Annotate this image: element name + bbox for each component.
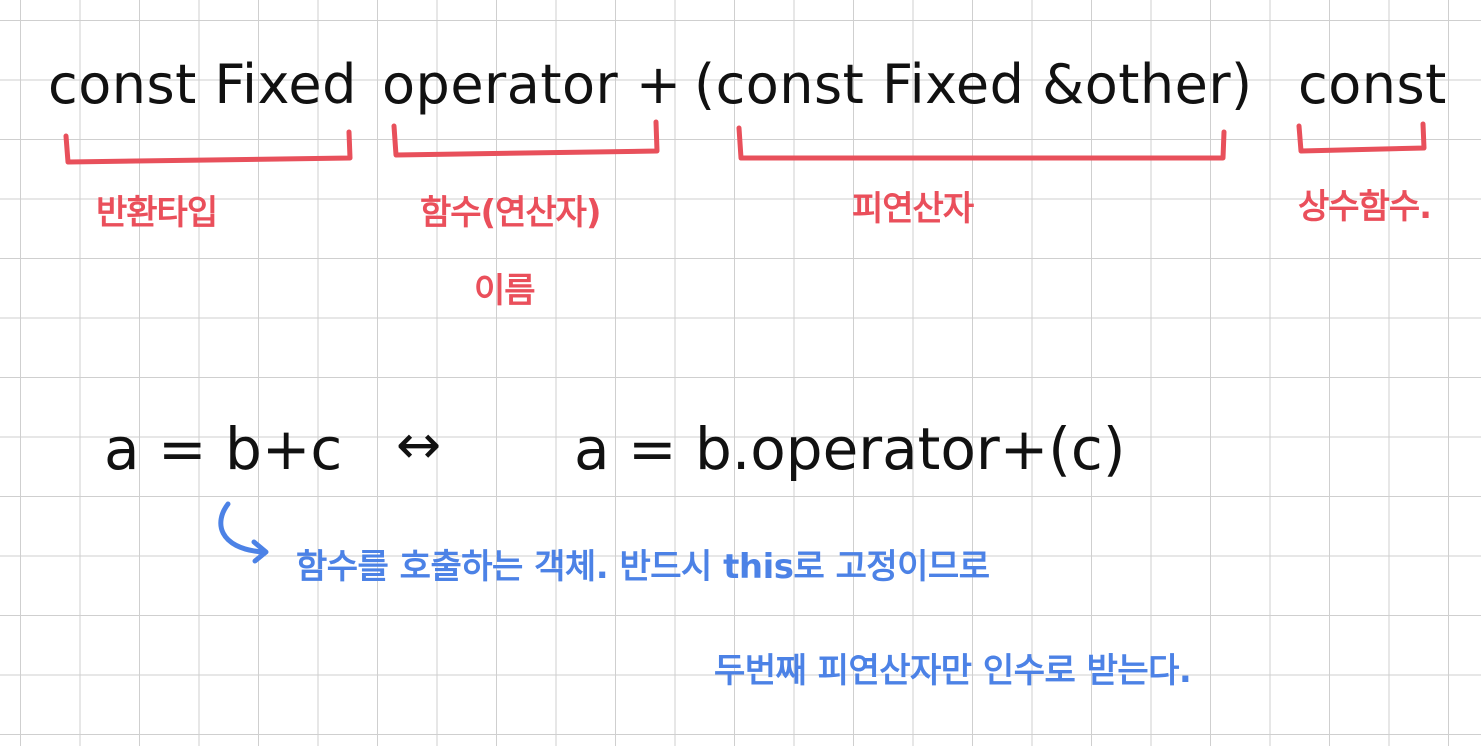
bracket-parameter: [736, 125, 1227, 161]
blue-note-line1: 함수를 호출하는 객체. 반드시 this로 고정이므로: [296, 547, 990, 587]
label-function-name-line1: 함수(연산자): [420, 193, 601, 233]
code-parameter: (const Fixed &other): [694, 53, 1253, 116]
code-function-name: operator +: [382, 53, 682, 116]
blue-note-line2: 두번째 피연산자만 인수로 받는다.: [714, 651, 1192, 691]
handwritten-note-page: const Fixed operator + (const Fixed &oth…: [0, 0, 1481, 746]
code-return-type: const Fixed: [48, 53, 357, 116]
code-qualifier: const: [1298, 53, 1447, 116]
bracket-function-name: [391, 119, 660, 158]
blue-arrow-curve: [218, 501, 265, 555]
equation-right: a = b.operator+(c): [574, 415, 1126, 483]
label-const-function: 상수함수.: [1298, 187, 1432, 227]
label-return-type: 반환타입: [96, 193, 218, 233]
label-operand: 피연산자: [852, 189, 974, 229]
bracket-const: [1296, 121, 1427, 154]
equation-left: a = b+c: [104, 415, 343, 483]
blue-arrow-head: [251, 539, 269, 564]
equivalence-arrow: ↔: [396, 413, 442, 476]
bracket-return-type: [63, 129, 353, 165]
label-function-name-line2: 이름: [474, 271, 536, 311]
